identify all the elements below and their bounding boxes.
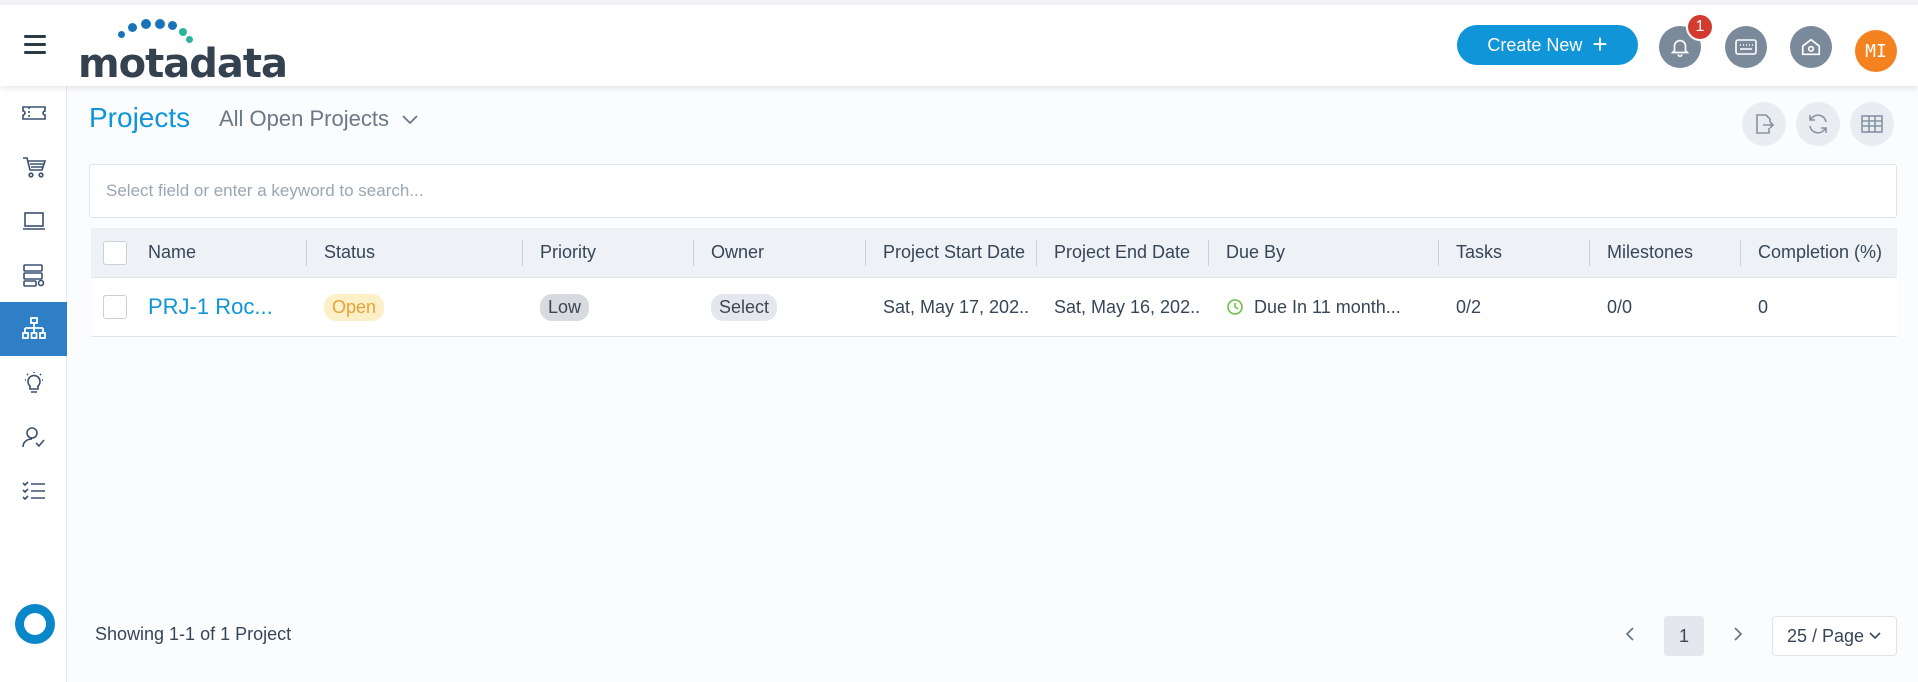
top-header: motadata Create New + 1 MI (0, 0, 1918, 87)
table-header: Name Status Priority Owner Project Start… (91, 228, 1897, 278)
user-avatar[interactable]: MI (1855, 30, 1897, 72)
keyboard-shortcuts-button[interactable] (1725, 26, 1767, 68)
column-header-name[interactable]: Name (148, 228, 196, 277)
due-by-text: Due In 11 month... (1254, 296, 1401, 317)
plus-icon: + (1592, 28, 1608, 59)
cart-icon (22, 157, 46, 178)
end-date-cell: Sat, May 16, 202... (1054, 296, 1199, 317)
ticket-icon (21, 106, 46, 120)
clock-icon (1227, 299, 1243, 315)
column-header-completion[interactable]: Completion (%) (1758, 228, 1882, 277)
refresh-button[interactable] (1796, 102, 1840, 146)
chevron-down-icon (1869, 632, 1881, 640)
checklist-icon (21, 481, 45, 501)
motadata-logo[interactable]: motadata (78, 19, 288, 87)
user-check-icon (21, 427, 45, 448)
column-header-due-by[interactable]: Due By (1226, 228, 1285, 277)
table-icon (1861, 115, 1883, 133)
sidebar-item-service-catalog[interactable] (0, 140, 67, 194)
notification-badge: 1 (1686, 13, 1714, 41)
create-new-button[interactable]: Create New + (1457, 25, 1638, 65)
chevron-right-icon (1734, 627, 1743, 641)
column-header-owner[interactable]: Owner (711, 228, 764, 277)
main-content: Projects All Open Projects Select field … (68, 86, 1918, 682)
status-badge: Open (324, 293, 385, 321)
page-title: Projects (89, 102, 191, 133)
table-row: PRJ-1 Roc... Open Low Select Sat, May 17… (91, 278, 1897, 337)
sidebar-item-assets[interactable] (0, 194, 67, 248)
home-icon (1801, 38, 1821, 56)
export-icon (1756, 114, 1775, 134)
column-header-end-date[interactable]: Project End Date (1054, 228, 1190, 277)
search-input[interactable]: Select field or enter a keyword to searc… (89, 164, 1897, 218)
view-dropdown-label: All Open Projects (219, 106, 389, 131)
home-button[interactable] (1790, 26, 1832, 68)
completion-cell: 0 (1758, 296, 1769, 317)
lightbulb-icon (24, 372, 43, 393)
next-page-button[interactable] (1726, 622, 1750, 646)
column-header-tasks[interactable]: Tasks (1456, 228, 1502, 277)
hierarchy-icon (21, 317, 46, 339)
select-all-checkbox[interactable] (103, 241, 127, 265)
projects-table: Name Status Priority Owner Project Start… (91, 228, 1897, 337)
project-name-link[interactable]: PRJ-1 Roc... (148, 294, 273, 320)
column-header-milestones[interactable]: Milestones (1607, 228, 1693, 277)
refresh-icon (1809, 114, 1827, 134)
sidebar-item-tasks[interactable] (0, 464, 67, 518)
database-icon (22, 264, 44, 287)
priority-badge: Low (540, 293, 590, 321)
sidebar-item-tickets[interactable] (0, 86, 67, 140)
start-date-cell: Sat, May 17, 202... (883, 296, 1028, 317)
tasks-cell: 0/2 (1456, 296, 1482, 317)
column-header-priority[interactable]: Priority (540, 228, 596, 277)
chevron-down-icon (402, 115, 418, 125)
due-by-cell: Due In 11 month... (1226, 278, 1431, 336)
pagination-summary: Showing 1-1 of 1 Project (95, 624, 292, 644)
column-header-start-date[interactable]: Project Start Date (883, 228, 1025, 277)
bell-icon (1670, 39, 1690, 57)
sidebar-item-cmdb[interactable] (0, 248, 67, 302)
page-size-label: 25 / Page (1786, 625, 1865, 646)
row-checkbox[interactable] (103, 295, 127, 319)
export-button[interactable] (1742, 102, 1786, 146)
view-dropdown[interactable]: All Open Projects (219, 106, 419, 132)
sidebar-item-users[interactable] (0, 410, 67, 464)
previous-page-button[interactable] (1618, 622, 1642, 646)
chevron-left-icon (1625, 627, 1634, 641)
keyboard-icon (1735, 39, 1757, 55)
column-settings-button[interactable] (1850, 102, 1894, 146)
owner-select[interactable]: Select (711, 293, 778, 321)
menu-icon[interactable] (24, 35, 48, 55)
sidebar (0, 86, 67, 682)
sidebar-item-projects[interactable] (0, 302, 67, 356)
column-header-status[interactable]: Status (324, 228, 375, 277)
create-new-label: Create New (1487, 34, 1583, 55)
logo-text: motadata (78, 41, 288, 87)
page-number-button[interactable]: 1 (1664, 616, 1704, 656)
chat-assistant-icon[interactable] (15, 604, 55, 644)
laptop-icon (22, 212, 45, 230)
sidebar-item-knowledge[interactable] (0, 356, 67, 410)
milestones-cell: 0/0 (1607, 296, 1633, 317)
page-size-select[interactable]: 25 / Page (1772, 616, 1897, 656)
